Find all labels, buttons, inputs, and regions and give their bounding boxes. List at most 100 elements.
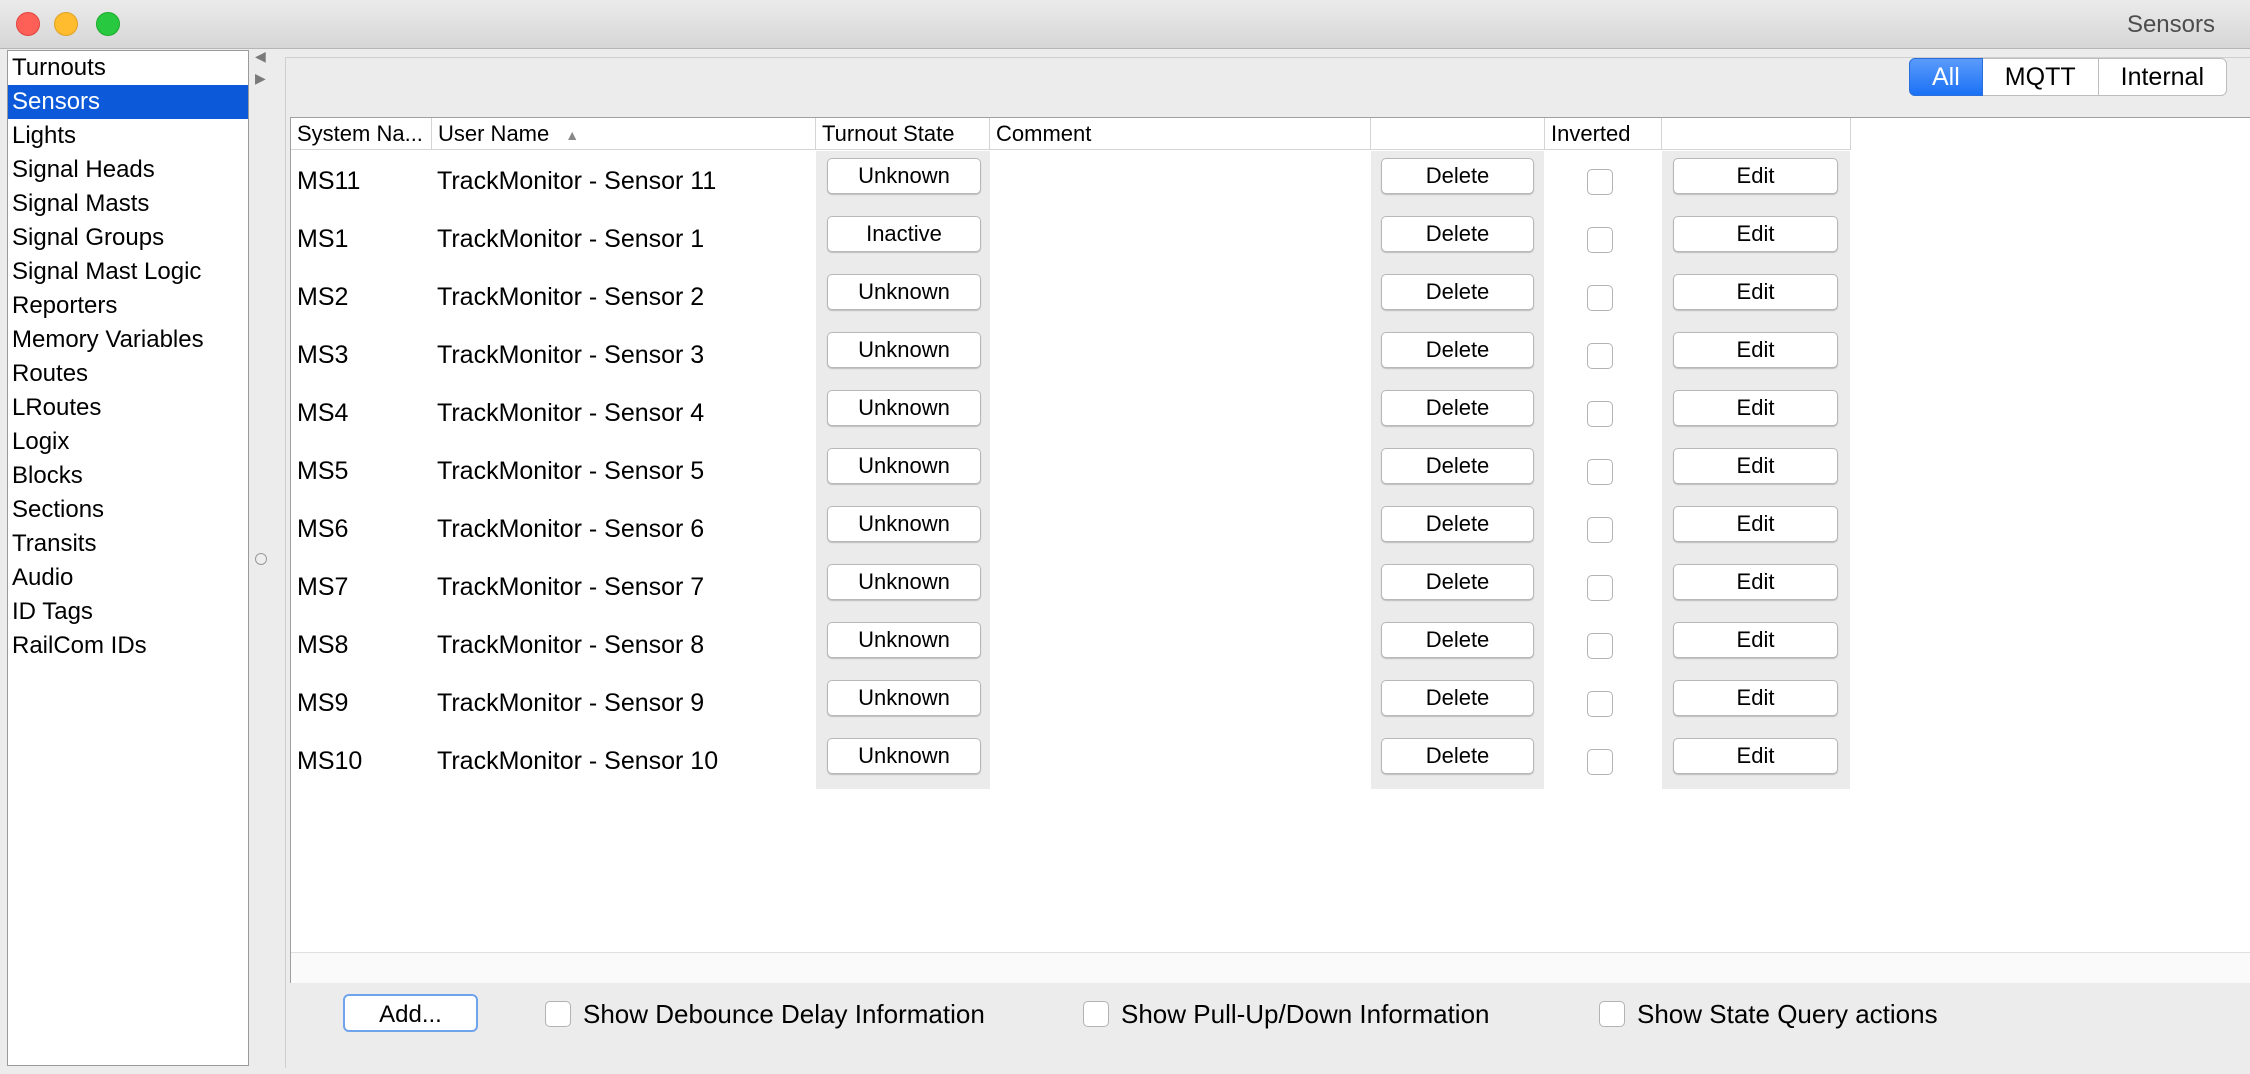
table-row[interactable]: MS9 TrackMonitor - Sensor 9 Unknown Delete E… (291, 673, 1851, 731)
sidebar-item-blocks[interactable]: Blocks (8, 459, 248, 493)
delete-button[interactable]: Delete (1381, 506, 1534, 542)
header-user-name[interactable]: User Name ▲ (432, 118, 816, 150)
sidebar-item-signal-mast-logic[interactable]: Signal Mast Logic (8, 255, 248, 289)
close-icon[interactable] (16, 12, 40, 36)
delete-button[interactable]: Delete (1381, 216, 1534, 252)
sidebar-item-logix[interactable]: Logix (8, 425, 248, 459)
table-row[interactable]: MS3 TrackMonitor - Sensor 3 Unknown Delete E… (291, 325, 1851, 383)
edit-button[interactable]: Edit (1673, 216, 1838, 252)
delete-button[interactable]: Delete (1381, 332, 1534, 368)
inverted-checkbox[interactable] (1587, 633, 1613, 659)
option-debounce[interactable]: Show Debounce Delay Information (545, 998, 985, 1030)
state-toggle-button[interactable]: Unknown (827, 332, 981, 368)
delete-button[interactable]: Delete (1381, 448, 1534, 484)
state-toggle-button[interactable]: Unknown (827, 158, 981, 194)
delete-button[interactable]: Delete (1381, 680, 1534, 716)
sidebar-item-lights[interactable]: Lights (8, 119, 248, 153)
state-toggle-button[interactable]: Unknown (827, 738, 981, 774)
inverted-checkbox[interactable] (1587, 749, 1613, 775)
inverted-checkbox[interactable] (1587, 575, 1613, 601)
table-row[interactable]: MS6 TrackMonitor - Sensor 6 Unknown Delete E… (291, 499, 1851, 557)
edit-button[interactable]: Edit (1673, 506, 1838, 542)
edit-button[interactable]: Edit (1673, 158, 1838, 194)
edit-button[interactable]: Edit (1673, 448, 1838, 484)
state-toggle-button[interactable]: Unknown (827, 390, 981, 426)
table-row[interactable]: MS2 TrackMonitor - Sensor 2 Unknown Delete E… (291, 267, 1851, 325)
tab-mqtt[interactable]: MQTT (1982, 58, 2099, 96)
delete-button[interactable]: Delete (1381, 738, 1534, 774)
state-toggle-button[interactable]: Unknown (827, 622, 981, 658)
inverted-cell (1545, 151, 1661, 209)
delete-button[interactable]: Delete (1381, 274, 1534, 310)
tab-all[interactable]: All (1909, 58, 1983, 96)
inverted-checkbox[interactable] (1587, 343, 1613, 369)
add-button[interactable]: Add... (343, 994, 478, 1032)
inverted-checkbox[interactable] (1587, 227, 1613, 253)
edit-button[interactable]: Edit (1673, 332, 1838, 368)
minimize-icon[interactable] (54, 12, 78, 36)
edit-button[interactable]: Edit (1673, 680, 1838, 716)
arrow-right-icon[interactable]: ▶ (255, 70, 266, 87)
sidebar-item-railcom-ids[interactable]: RailCom IDs (8, 629, 248, 663)
table-row[interactable]: MS11 TrackMonitor - Sensor 11 Unknown Delet… (291, 151, 1851, 209)
delete-button[interactable]: Delete (1381, 564, 1534, 600)
sidebar-item-signal-heads[interactable]: Signal Heads (8, 153, 248, 187)
inverted-checkbox[interactable] (1587, 401, 1613, 427)
inverted-checkbox[interactable] (1587, 691, 1613, 717)
inverted-checkbox[interactable] (1587, 517, 1613, 543)
header-edit[interactable] (1662, 118, 1851, 150)
pullup-checkbox[interactable] (1083, 1001, 1109, 1027)
state-toggle-button[interactable]: Unknown (827, 680, 981, 716)
state-toggle-button[interactable]: Inactive (827, 216, 981, 252)
horizontal-scrollbar[interactable] (291, 952, 2250, 983)
debounce-checkbox[interactable] (545, 1001, 571, 1027)
state-query-label: Show State Query actions (1637, 998, 1938, 1029)
edit-button[interactable]: Edit (1673, 564, 1838, 600)
state-query-checkbox[interactable] (1599, 1001, 1625, 1027)
sidebar-item-id-tags[interactable]: ID Tags (8, 595, 248, 629)
sidebar-item-sensors[interactable]: Sensors (8, 85, 248, 119)
edit-button[interactable]: Edit (1673, 738, 1838, 774)
header-inverted[interactable]: Inverted (1545, 118, 1662, 150)
inverted-checkbox[interactable] (1587, 169, 1613, 195)
header-comment[interactable]: Comment (990, 118, 1371, 150)
state-toggle-button[interactable]: Unknown (827, 564, 981, 600)
inverted-checkbox[interactable] (1587, 285, 1613, 311)
state-toggle-button[interactable]: Unknown (827, 506, 981, 542)
header-delete[interactable] (1371, 118, 1545, 150)
header-state[interactable]: Turnout State (816, 118, 990, 150)
table-row[interactable]: MS10 TrackMonitor - Sensor 10 Unknown Delet… (291, 731, 1851, 789)
sidebar-item-routes[interactable]: Routes (8, 357, 248, 391)
sidebar-item-signal-groups[interactable]: Signal Groups (8, 221, 248, 255)
delete-cell: Delete (1371, 731, 1544, 789)
sidebar-item-sections[interactable]: Sections (8, 493, 248, 527)
edit-button[interactable]: Edit (1673, 274, 1838, 310)
sidebar-item-turnouts[interactable]: Turnouts (8, 51, 248, 85)
state-toggle-button[interactable]: Unknown (827, 448, 981, 484)
inverted-checkbox[interactable] (1587, 459, 1613, 485)
delete-button[interactable]: Delete (1381, 390, 1534, 426)
header-system-name[interactable]: System Na... (291, 118, 432, 150)
state-toggle-button[interactable]: Unknown (827, 274, 981, 310)
sidebar-item-audio[interactable]: Audio (8, 561, 248, 595)
table-row[interactable]: MS4 TrackMonitor - Sensor 4 Unknown Delete E… (291, 383, 1851, 441)
split-divider-handle[interactable] (255, 553, 267, 565)
sidebar-item-memory-variables[interactable]: Memory Variables (8, 323, 248, 357)
delete-button[interactable]: Delete (1381, 622, 1534, 658)
table-row[interactable]: MS7 TrackMonitor - Sensor 7 Unknown Delete E… (291, 557, 1851, 615)
edit-button[interactable]: Edit (1673, 622, 1838, 658)
arrow-left-icon[interactable]: ◀ (255, 48, 266, 65)
edit-button[interactable]: Edit (1673, 390, 1838, 426)
tab-internal[interactable]: Internal (2098, 58, 2228, 96)
table-row[interactable]: MS5 TrackMonitor - Sensor 5 Unknown Delete E… (291, 441, 1851, 499)
option-state-query[interactable]: Show State Query actions (1599, 998, 1938, 1030)
sidebar-item-transits[interactable]: Transits (8, 527, 248, 561)
sidebar-item-reporters[interactable]: Reporters (8, 289, 248, 323)
table-row[interactable]: MS1 TrackMonitor - Sensor 1 Inactive Delete… (291, 209, 1851, 267)
option-pullup[interactable]: Show Pull-Up/Down Information (1083, 998, 1490, 1030)
sidebar-item-signal-masts[interactable]: Signal Masts (8, 187, 248, 221)
maximize-icon[interactable] (96, 12, 120, 36)
delete-button[interactable]: Delete (1381, 158, 1534, 194)
sidebar-item-lroutes[interactable]: LRoutes (8, 391, 248, 425)
table-row[interactable]: MS8 TrackMonitor - Sensor 8 Unknown Delete E… (291, 615, 1851, 673)
